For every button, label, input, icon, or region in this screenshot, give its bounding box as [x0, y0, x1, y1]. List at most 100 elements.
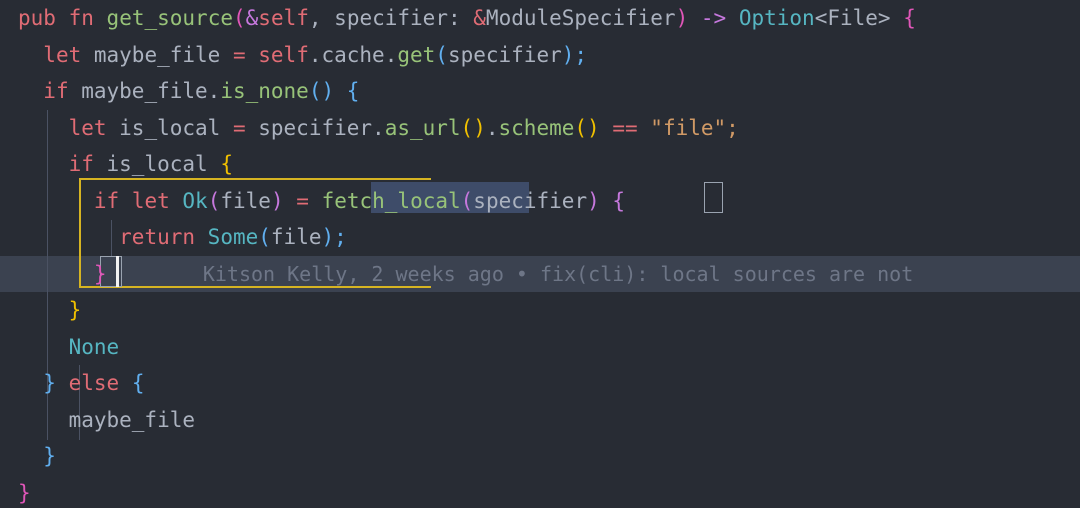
code-line[interactable]: } Kitson Kelly, 2 weeks ago • fix(cli): … — [0, 256, 1080, 293]
code-token: is_none — [220, 79, 309, 103]
code-line[interactable]: None — [0, 329, 1080, 366]
code-token: <File> — [814, 6, 891, 30]
code-line[interactable]: maybe_file — [0, 402, 1080, 439]
code-token: == — [612, 115, 638, 140]
code-token: pub — [18, 6, 56, 30]
git-blame-annotation[interactable]: Kitson Kelly, 2 weeks ago • fix(cli): lo… — [107, 262, 913, 286]
code-token: is_local — [106, 115, 233, 140]
code-token: None — [68, 334, 120, 359]
code-token: "file" — [650, 115, 727, 140]
code-line[interactable]: } — [0, 475, 1080, 508]
code-line[interactable]: if is_local { — [0, 146, 1080, 183]
code-token: Ok — [182, 188, 208, 213]
code-token: return — [119, 225, 196, 249]
code-token: get — [397, 42, 436, 67]
code-token: { — [131, 371, 145, 395]
code-token: if — [93, 188, 120, 213]
code-token: as_url — [384, 115, 461, 140]
code-token: & — [473, 6, 486, 30]
code-token: ( — [258, 225, 271, 249]
code-token: specifier — [334, 6, 448, 30]
code-line[interactable]: pub fn get_source(&self, specifier: &Mod… — [0, 0, 1080, 37]
code-token: fetch_local — [321, 188, 461, 213]
code-token: { — [903, 6, 916, 30]
code-content[interactable]: pub fn get_source(&self, specifier: &Mod… — [0, 0, 1080, 508]
code-token: ) — [473, 115, 486, 140]
code-line[interactable]: let is_local = specifier.as_url().scheme… — [0, 110, 1080, 147]
code-token: if — [43, 79, 69, 103]
code-token: ; — [334, 225, 347, 249]
code-token: specifier — [447, 42, 562, 67]
code-token: maybe_file — [81, 42, 233, 67]
code-token: let — [131, 188, 170, 213]
code-token: { — [220, 152, 233, 176]
code-token: } — [93, 261, 107, 286]
code-token: else — [68, 371, 120, 395]
code-token: Option — [738, 6, 815, 30]
code-token: } — [43, 371, 56, 395]
code-line[interactable]: if maybe_file.is_none() { — [0, 73, 1080, 110]
code-token: ) — [675, 6, 689, 30]
code-token: & — [245, 6, 259, 30]
code-token: = — [296, 188, 309, 213]
code-token: ( — [207, 188, 221, 213]
code-token: = — [232, 42, 246, 67]
code-token: Some — [207, 225, 259, 249]
code-line[interactable]: return Some(file); — [0, 219, 1080, 256]
code-token: maybe_file — [68, 407, 196, 432]
code-editor[interactable]: pub fn get_source(&self, specifier: &Mod… — [0, 0, 1080, 508]
code-token: } — [18, 480, 31, 505]
code-line[interactable]: if let Ok(file) = fetch_local(specifier)… — [0, 183, 1080, 220]
code-token: self — [258, 6, 309, 30]
code-token: : — [447, 6, 474, 30]
code-token: ) — [561, 42, 575, 67]
code-line[interactable]: } — [0, 292, 1080, 329]
code-token: get_source — [106, 6, 233, 30]
code-token: .cache. — [308, 42, 398, 67]
code-line[interactable]: } else { — [0, 365, 1080, 402]
code-token: ) — [270, 188, 284, 213]
code-token: ) — [321, 79, 335, 103]
code-token: let — [68, 115, 107, 140]
code-line[interactable]: } — [0, 438, 1080, 475]
code-token: ( — [232, 6, 246, 30]
code-token: ( — [435, 42, 448, 67]
code-token: { — [346, 79, 360, 103]
code-token: file — [220, 188, 271, 213]
code-token: , — [308, 6, 335, 30]
code-token: -> — [700, 6, 727, 30]
code-line[interactable]: let maybe_file = self.cache.get(specifie… — [0, 37, 1080, 74]
code-token: = — [232, 115, 246, 140]
code-token: specifier — [473, 188, 588, 213]
code-token: ) — [321, 225, 335, 249]
code-token: } — [68, 298, 82, 322]
code-token: } — [43, 444, 56, 468]
code-token: if — [68, 152, 94, 176]
code-token: { — [612, 188, 626, 213]
code-token: ) — [587, 115, 600, 140]
code-token: specifier. — [245, 115, 385, 140]
